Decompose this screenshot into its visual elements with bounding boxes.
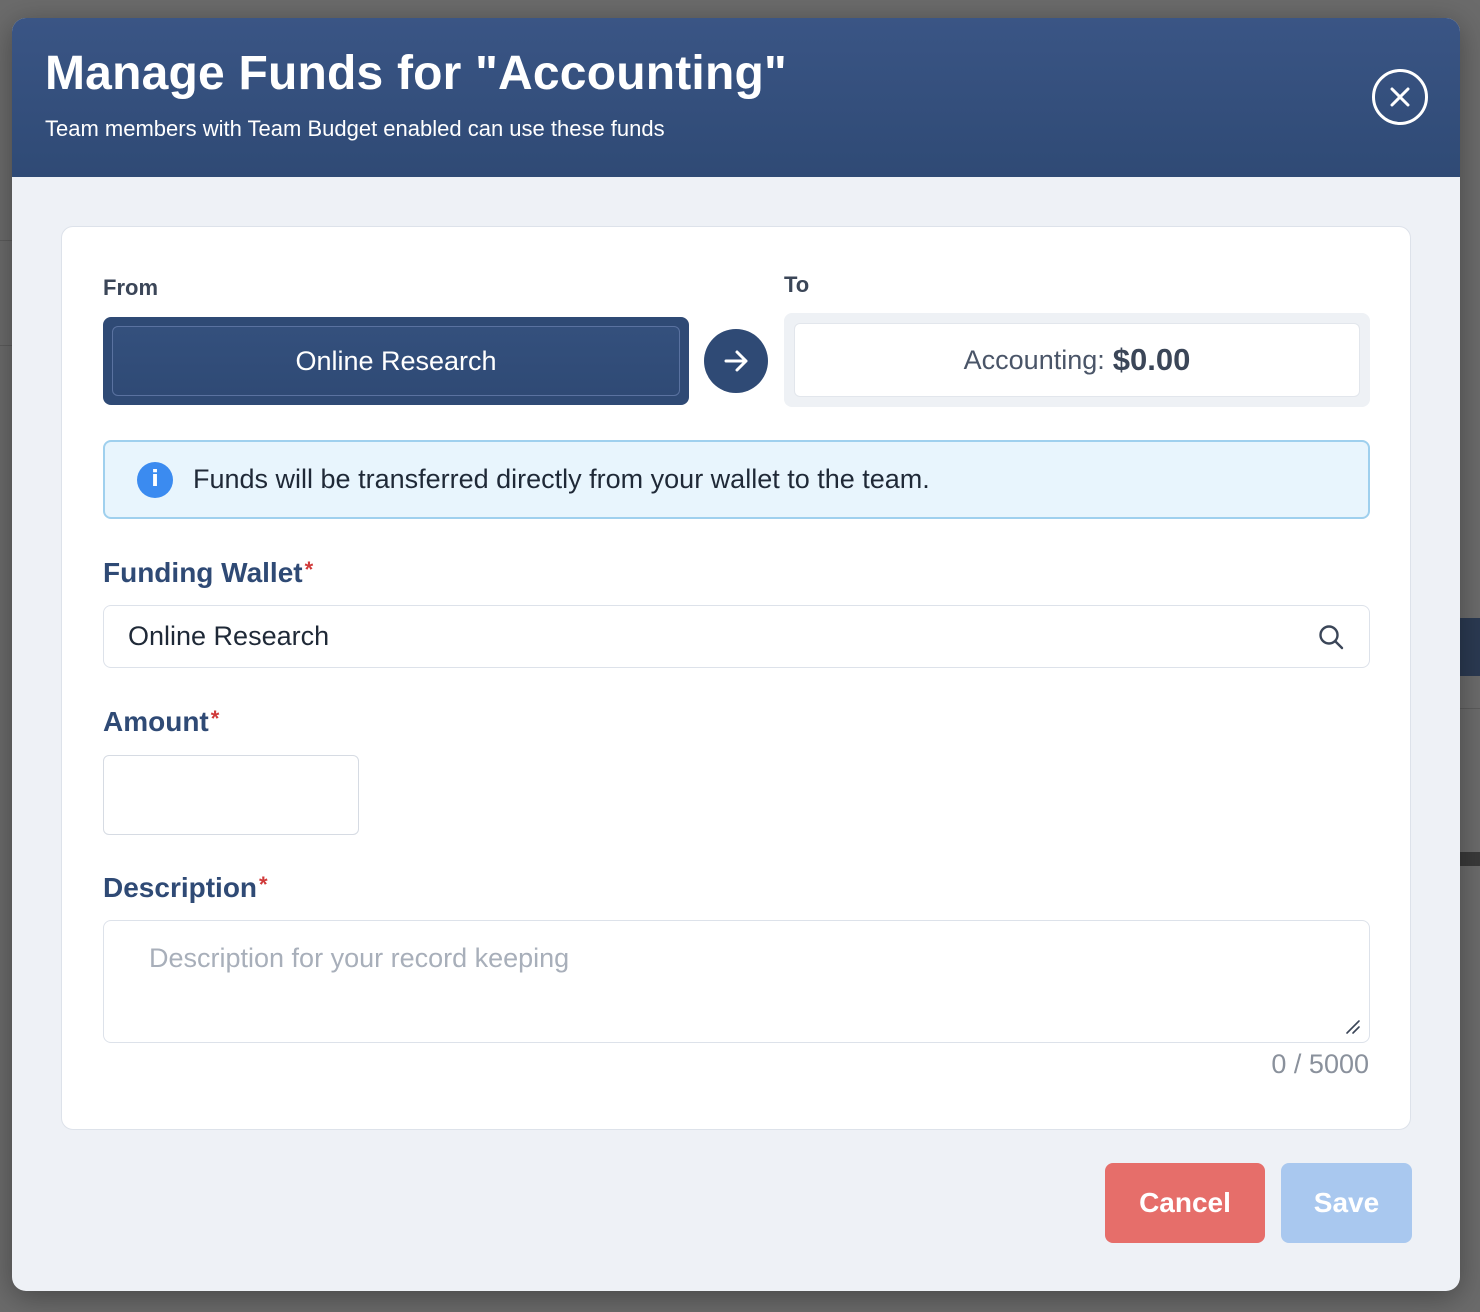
from-label: From (103, 275, 158, 300)
background-divider (1460, 708, 1480, 709)
amount-label: Amount* (103, 706, 219, 738)
resize-handle-icon[interactable] (1345, 1019, 1361, 1035)
description-textarea[interactable] (103, 920, 1370, 1043)
funding-wallet-select[interactable]: Online Research (103, 605, 1370, 668)
info-banner: i Funds will be transferred directly fro… (103, 440, 1370, 519)
required-marker: * (259, 872, 268, 897)
funding-wallet-label: Funding Wallet* (103, 557, 313, 589)
amount-input[interactable] (103, 755, 359, 835)
character-counter: 0 / 5000 (1271, 1049, 1369, 1079)
background-divider (0, 240, 12, 241)
from-wallet-box: Online Research (103, 317, 689, 405)
cancel-button[interactable]: Cancel (1105, 1163, 1265, 1243)
info-text: Funds will be transferred directly from … (193, 464, 930, 494)
funding-wallet-label-text: Funding Wallet (103, 557, 303, 588)
background-fragment (1460, 852, 1480, 866)
background-divider (0, 345, 12, 346)
close-button[interactable] (1372, 69, 1428, 125)
transfer-direction-indicator (704, 329, 768, 393)
amount-label-text: Amount (103, 706, 209, 737)
arrow-right-icon (724, 350, 748, 372)
funding-wallet-value: Online Research (128, 621, 330, 651)
to-team-balance: $0.00 (1112, 342, 1191, 377)
modal-header: Manage Funds for "Accounting" Team membe… (12, 18, 1460, 177)
transfer-card: From Online Research To Accounting: $0.0… (61, 226, 1411, 1130)
modal-subtitle: Team members with Team Budget enabled ca… (45, 116, 665, 141)
search-icon[interactable] (1317, 623, 1345, 651)
info-icon: i (137, 461, 173, 498)
modal-title: Manage Funds for "Accounting" (45, 47, 787, 100)
to-team-box: Accounting: $0.00 (784, 313, 1370, 407)
manage-funds-modal: Manage Funds for "Accounting" Team membe… (12, 18, 1460, 1291)
required-marker: * (210, 706, 220, 731)
to-team-name: Accounting: (963, 344, 1105, 375)
description-label-text: Description (103, 872, 258, 903)
description-label: Description* (103, 872, 268, 904)
to-team-value: Accounting: $0.00 (794, 323, 1360, 397)
save-button[interactable]: Save (1281, 1163, 1412, 1243)
to-label: To (784, 272, 810, 297)
background-fragment (1460, 618, 1480, 676)
from-wallet-value: Online Research (112, 326, 680, 396)
close-icon (1390, 87, 1410, 107)
required-marker: * (304, 557, 314, 582)
